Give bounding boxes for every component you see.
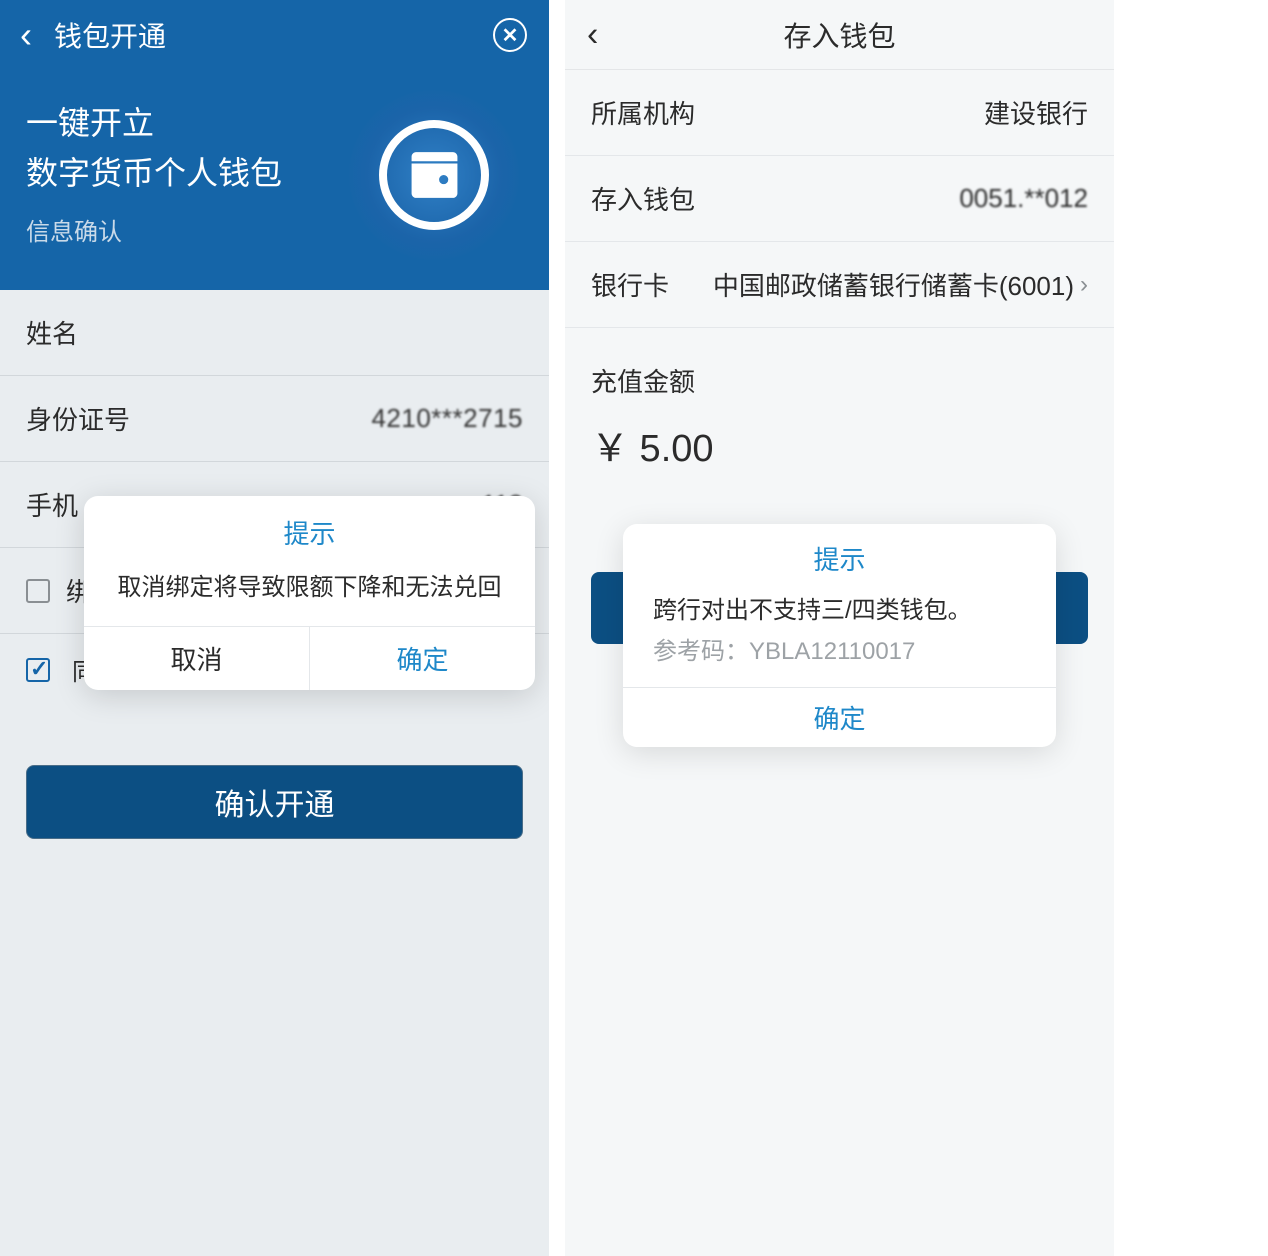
dialog-body: 跨行对出不支持三/四类钱包。 参考码：YBLA12110017 <box>623 587 1056 687</box>
phone-screen-left: ‹ 钱包开通 ✕ 一键开立 数字货币个人钱包 信息确认 姓名 身份证号 4210… <box>0 0 549 1256</box>
header-bar: ‹ 存入钱包 <box>565 0 1114 70</box>
close-icon[interactable]: ✕ <box>493 18 527 52</box>
body: 所属机构 建设银行 存入钱包 0051.**012 银行卡 中国邮政储蓄银行储蓄… <box>565 70 1114 1256</box>
name-label: 姓名 <box>26 314 78 351</box>
org-value: 建设银行 <box>984 94 1088 131</box>
card-value: 中国邮政储蓄银行储蓄卡(6001) <box>713 266 1074 303</box>
dialog-title: 提示 <box>84 496 535 561</box>
amount-value: ￥ 5.00 <box>565 411 1114 472</box>
phone-screen-right: ‹ 存入钱包 所属机构 建设银行 存入钱包 0051.**012 银行卡 中国邮… <box>565 0 1114 1256</box>
ref-value: YBLA12110017 <box>749 638 915 665</box>
ok-button[interactable]: 确定 <box>623 687 1056 747</box>
header-title: 存入钱包 <box>783 15 895 55</box>
chevron-right-icon: › <box>1080 271 1088 299</box>
card-label: 银行卡 <box>591 266 669 303</box>
ok-label: 确定 <box>396 640 448 677</box>
cancel-label: 取消 <box>170 640 222 677</box>
wallet-icon <box>379 120 489 230</box>
header-title: 钱包开通 <box>54 15 166 55</box>
dialog-buttons: 取消 确定 <box>84 626 535 690</box>
ok-button[interactable]: 确定 <box>310 627 535 690</box>
hero-wallet-glow <box>349 90 519 260</box>
dialog-line1: 跨行对出不支持三/四类钱包。 <box>653 591 1026 632</box>
dialog-title: 提示 <box>623 524 1056 587</box>
wallet-value: 0051.**012 <box>959 183 1088 214</box>
phone-label: 手机 <box>26 486 78 523</box>
bind-card-checkbox[interactable] <box>26 579 50 603</box>
wallet-label: 存入钱包 <box>591 180 695 217</box>
id-value: 4210***2715 <box>371 403 523 434</box>
id-row[interactable]: 身份证号 4210***2715 <box>0 376 549 462</box>
alert-dialog: 提示 跨行对出不支持三/四类钱包。 参考码：YBLA12110017 确定 <box>623 524 1056 747</box>
cancel-button[interactable]: 取消 <box>84 627 310 690</box>
alert-dialog: 提示 取消绑定将导致限额下降和无法兑回 取消 确定 <box>84 496 535 690</box>
ref-label: 参考码： <box>653 638 749 665</box>
confirm-open-button[interactable]: 确认开通 <box>26 765 523 839</box>
amount-label: 充值金额 <box>565 328 1114 411</box>
wallet-row[interactable]: 存入钱包 0051.**012 <box>565 156 1114 242</box>
form-area: 姓名 身份证号 4210***2715 手机 113 绑 卡 › 同意 《开通数… <box>0 290 549 1256</box>
org-row[interactable]: 所属机构 建设银行 <box>565 70 1114 156</box>
card-row[interactable]: 银行卡 中国邮政储蓄银行储蓄卡(6001) › <box>565 242 1114 328</box>
agree-checkbox[interactable] <box>26 658 50 682</box>
dialog-message: 取消绑定将导致限额下降和无法兑回 <box>84 561 535 626</box>
back-icon[interactable]: ‹ <box>587 15 598 54</box>
hero-banner: 一键开立 数字货币个人钱包 信息确认 <box>0 70 549 290</box>
org-label: 所属机构 <box>591 94 695 131</box>
back-icon[interactable]: ‹ <box>20 17 32 53</box>
id-label: 身份证号 <box>26 400 130 437</box>
ok-label: 确定 <box>813 699 865 736</box>
confirm-open-label: 确认开通 <box>215 780 335 824</box>
header-bar: ‹ 钱包开通 ✕ <box>0 0 549 70</box>
name-row[interactable]: 姓名 <box>0 290 549 376</box>
